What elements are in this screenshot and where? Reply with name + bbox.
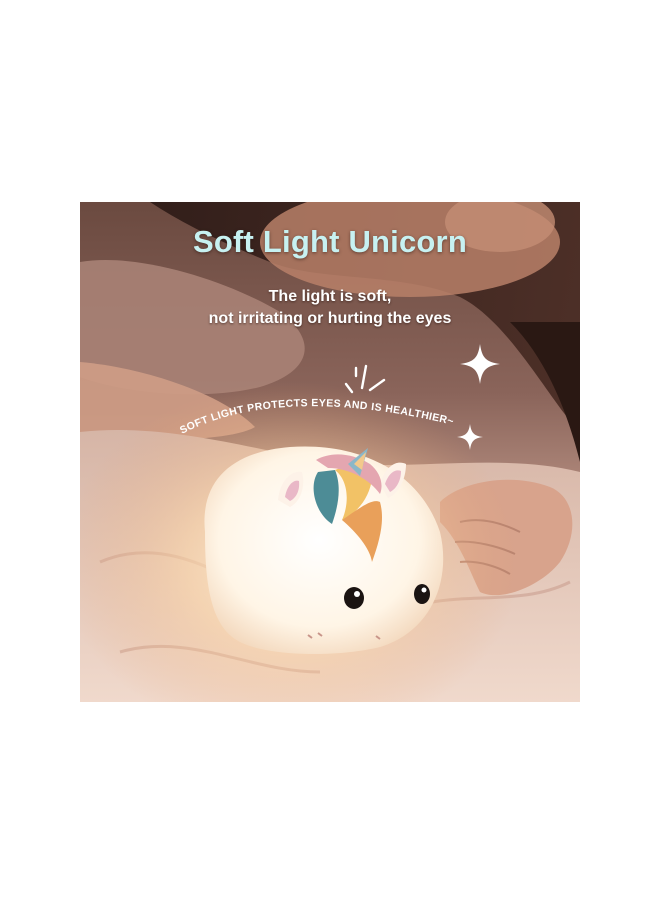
product-photo: Soft Light Unicorn The light is soft, no…: [80, 202, 580, 702]
tagline: SOFT LIGHT PROTECTS EYES AND IS HEALTHIE…: [178, 397, 455, 436]
tagline-curve: SOFT LIGHT PROTECTS EYES AND IS HEALTHIE…: [178, 397, 455, 436]
